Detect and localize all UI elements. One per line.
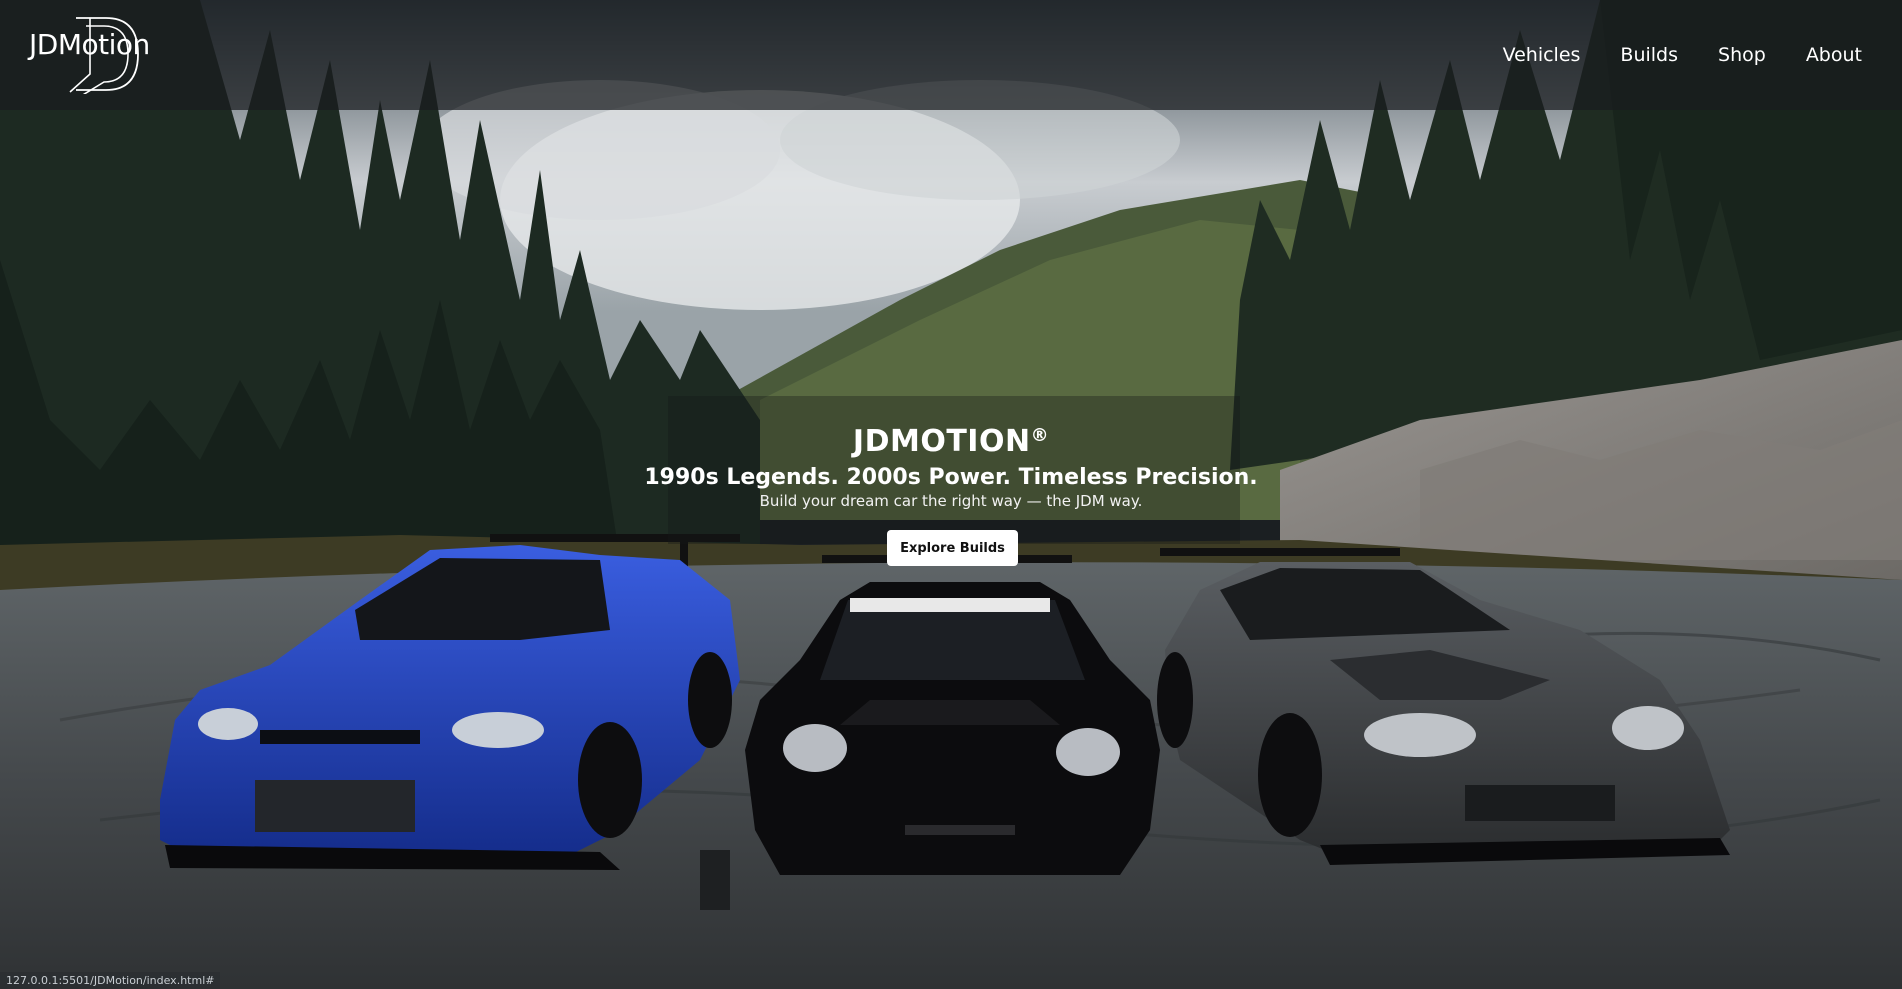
hero-tagline: Build your dream car the right way — the…	[759, 492, 1143, 510]
navbar: JDMotion Vehicles Builds Shop About	[0, 0, 1902, 110]
explore-builds-button[interactable]: Explore Builds	[887, 530, 1018, 566]
page: JDMotion Vehicles Builds Shop About JDMO…	[0, 0, 1902, 989]
main-nav: Vehicles Builds Shop About	[1483, 40, 1882, 70]
nav-link-about[interactable]: About	[1786, 40, 1882, 70]
nav-link-builds[interactable]: Builds	[1600, 40, 1698, 70]
logo-text: JDMotion	[29, 28, 150, 61]
status-bar-url: 127.0.0.1:5501/JDMotion/index.html#	[0, 972, 221, 989]
nav-link-shop[interactable]: Shop	[1698, 40, 1786, 70]
hero-title-text: JDMOTION	[852, 424, 1031, 459]
hero-subtitle: 1990s Legends. 2000s Power. Timeless Pre…	[644, 465, 1258, 490]
registered-mark: ®	[1030, 425, 1050, 446]
hero-title: JDMOTION®	[0, 424, 1902, 459]
brand-logo[interactable]: JDMotion	[26, 14, 166, 94]
nav-link-vehicles[interactable]: Vehicles	[1483, 40, 1601, 70]
